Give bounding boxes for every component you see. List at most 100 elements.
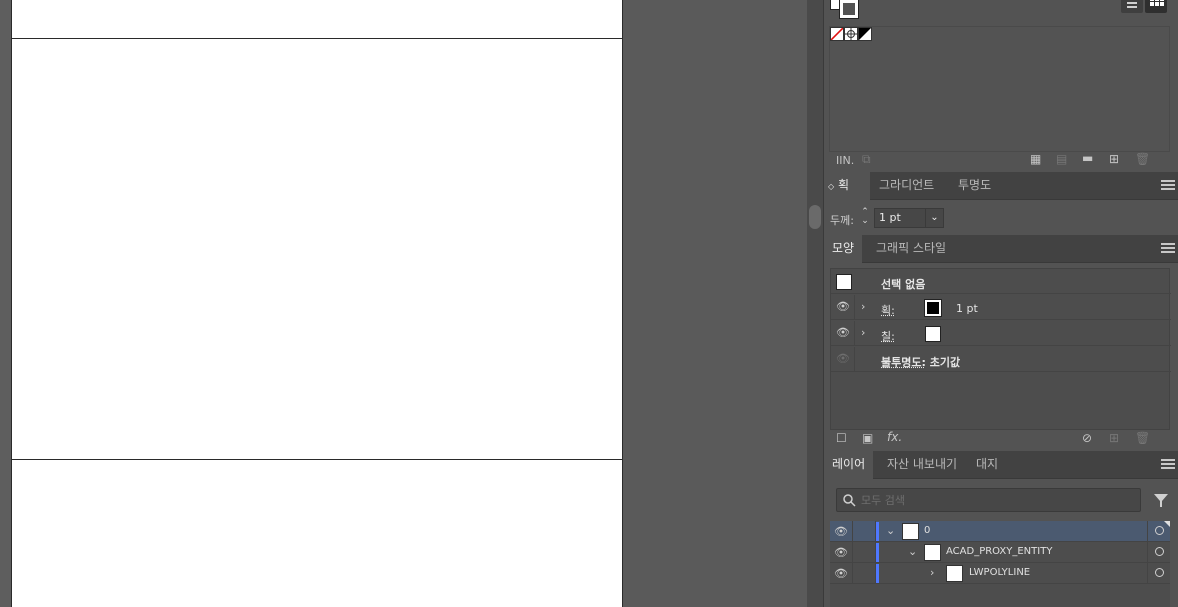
stroke-swatch-indicator[interactable]: [840, 0, 858, 18]
list-view-button[interactable]: [1121, 0, 1143, 13]
list-view-icon: [1121, 0, 1143, 13]
clear-appearance-icon[interactable]: ⊘: [1082, 431, 1092, 445]
document-canvas[interactable]: [0, 0, 807, 607]
chevron-right-icon[interactable]: ›: [861, 326, 865, 339]
swatch-library-icon[interactable]: IIN.: [836, 154, 854, 167]
swatch-options-icon[interactable]: ▤: [1056, 152, 1067, 166]
appearance-tabbar: 모양 그래픽 스타일: [824, 235, 1178, 263]
eye-icon[interactable]: 👁: [836, 352, 850, 365]
tab-transparency[interactable]: 투명도: [950, 172, 999, 200]
layer-thumbnail: [902, 523, 919, 540]
selection-label: 선택 없음: [881, 276, 925, 292]
tab-stroke-label: 획: [838, 178, 849, 192]
weight-stepper[interactable]: ⌃ ⌄: [858, 208, 872, 228]
search-input[interactable]: [861, 491, 1131, 509]
pasteboard[interactable]: [623, 0, 807, 607]
tab-stroke[interactable]: ◇ 획: [824, 172, 870, 200]
canvas-edge: [0, 0, 11, 607]
target-icon[interactable]: [1155, 526, 1164, 535]
appearance-panel-menu-icon[interactable]: [1161, 241, 1175, 255]
new-swatch-icon[interactable]: ⊞: [1109, 152, 1119, 166]
appearance-fill-row[interactable]: 👁 › 칠:: [831, 321, 1171, 346]
place-swatch-icon[interactable]: ⧉: [862, 152, 871, 167]
layer-name[interactable]: ACAD_PROXY_ENTITY: [946, 546, 1052, 557]
target-icon[interactable]: [1155, 568, 1164, 577]
layer-name[interactable]: 0: [924, 525, 930, 536]
layer-color-bar: [876, 543, 879, 562]
add-new-stroke-icon[interactable]: ☐: [836, 431, 847, 445]
layer-row[interactable]: 👁 ⌄ ACAD_PROXY_ENTITY: [830, 542, 1170, 563]
appearance-selection-row: 선택 없음: [831, 269, 1171, 294]
appearance-list: 선택 없음 👁 › 획: 1 pt 👁 › 칠: 👁 불투명도: 초기값: [830, 268, 1170, 430]
delete-icon[interactable]: 🗑: [1135, 431, 1150, 445]
layer-color-bar: [876, 522, 879, 541]
grid-menu-icon[interactable]: ▦: [1030, 152, 1041, 166]
stroke-panel-menu-icon[interactable]: [1161, 178, 1175, 192]
artboard-top[interactable]: [11, 0, 623, 40]
splitter-handle[interactable]: [809, 205, 821, 229]
eye-icon[interactable]: 👁: [834, 525, 848, 538]
add-new-fill-icon[interactable]: ▣: [862, 431, 873, 445]
stroke-attr-label[interactable]: 획:: [881, 304, 895, 317]
layer-color-bar: [876, 564, 879, 583]
chevron-down-icon[interactable]: ⌄: [908, 545, 917, 558]
eye-icon[interactable]: 👁: [836, 326, 850, 339]
tab-appearance[interactable]: 모양: [824, 235, 862, 263]
panel-dock: IIN. ⧉ ▦ ▤ ▬ ⊞ 🗑 ◇ 획 그라디언트 투명도 두께: ⌃ ⌄ 1…: [807, 0, 1178, 607]
artboard-bottom[interactable]: [11, 459, 623, 607]
tab-layers[interactable]: 레이어: [824, 451, 873, 479]
duplicate-item-icon[interactable]: ⊞: [1109, 431, 1119, 445]
fill-attr-label[interactable]: 칠:: [881, 330, 895, 343]
weight-field[interactable]: 1 pt ⌄: [874, 208, 944, 228]
filter-icon[interactable]: [1153, 492, 1169, 508]
fill-color-swatch[interactable]: [925, 326, 941, 342]
layers-tabbar: 레이어 자산 내보내기 대지: [824, 451, 1178, 479]
stroke-weight-row: 두께: ⌃ ⌄ 1 pt ⌄: [824, 202, 1178, 234]
lock-toggle[interactable]: [852, 542, 876, 563]
registration-swatch[interactable]: [844, 27, 858, 41]
layer-thumbnail: [946, 565, 963, 582]
layer-row[interactable]: 👁 ⌄ 0: [830, 521, 1170, 542]
stroke-attr-value[interactable]: 1 pt: [956, 302, 978, 315]
panels-container: IIN. ⧉ ▦ ▤ ▬ ⊞ 🗑 ◇ 획 그라디언트 투명도 두께: ⌃ ⌄ 1…: [823, 0, 1178, 607]
grid-view-icon: [1145, 0, 1167, 13]
appearance-opacity-row[interactable]: 👁 불투명도: 초기값: [831, 347, 1171, 372]
appearance-footer: ☐ ▣ fx. ⊘ ⊞ 🗑: [824, 430, 1178, 450]
selection-indicator: [1164, 521, 1170, 527]
none-swatch[interactable]: [830, 27, 844, 41]
eye-icon[interactable]: 👁: [834, 546, 848, 559]
tab-graphic-styles[interactable]: 그래픽 스타일: [868, 235, 954, 263]
lock-toggle[interactable]: [852, 563, 876, 584]
chevron-down-icon[interactable]: ⌄: [925, 209, 943, 227]
stroke-color-swatch[interactable]: [925, 300, 941, 316]
selection-thumbnail: [836, 274, 852, 290]
layers-panel-menu-icon[interactable]: [1161, 457, 1175, 471]
black-white-swatch[interactable]: [858, 27, 872, 41]
chevron-down-icon[interactable]: ⌄: [886, 524, 895, 537]
dock-splitter[interactable]: [807, 0, 823, 607]
eye-icon[interactable]: 👁: [836, 300, 850, 313]
tab-artboards[interactable]: 대지: [968, 451, 1006, 479]
opacity-attr-label[interactable]: 불투명도:: [881, 356, 926, 369]
layer-search[interactable]: [836, 488, 1141, 512]
lock-toggle[interactable]: [852, 521, 876, 542]
layer-thumbnail: [924, 544, 941, 561]
opacity-attr-value: 초기값: [930, 356, 960, 369]
layer-name[interactable]: LWPOLYLINE: [969, 567, 1030, 578]
fx-icon[interactable]: fx.: [887, 430, 902, 444]
stroke-tabbar: ◇ 획 그라디언트 투명도: [824, 172, 1178, 200]
eye-icon[interactable]: 👁: [834, 567, 848, 580]
delete-icon[interactable]: 🗑: [1135, 152, 1150, 166]
grid-view-button[interactable]: [1145, 0, 1167, 13]
tab-gradient[interactable]: 그라디언트: [871, 172, 942, 200]
chevron-right-icon[interactable]: ›: [930, 566, 934, 579]
target-icon[interactable]: [1155, 547, 1164, 556]
appearance-stroke-row[interactable]: 👁 › 획: 1 pt: [831, 295, 1171, 320]
swatches-footer: IIN. ⧉ ▦ ▤ ▬ ⊞ 🗑: [824, 152, 1178, 172]
layer-list: 👁 ⌄ 0 👁 ⌄ ACAD_PROXY_ENTITY 👁 › LWPOLYLI…: [830, 521, 1170, 607]
chevron-right-icon[interactable]: ›: [861, 300, 865, 313]
new-color-group-icon[interactable]: ▬: [1082, 151, 1093, 165]
artboard-main[interactable]: [11, 38, 623, 460]
tab-asset-export[interactable]: 자산 내보내기: [879, 451, 965, 479]
layer-row[interactable]: 👁 › LWPOLYLINE: [830, 563, 1170, 584]
